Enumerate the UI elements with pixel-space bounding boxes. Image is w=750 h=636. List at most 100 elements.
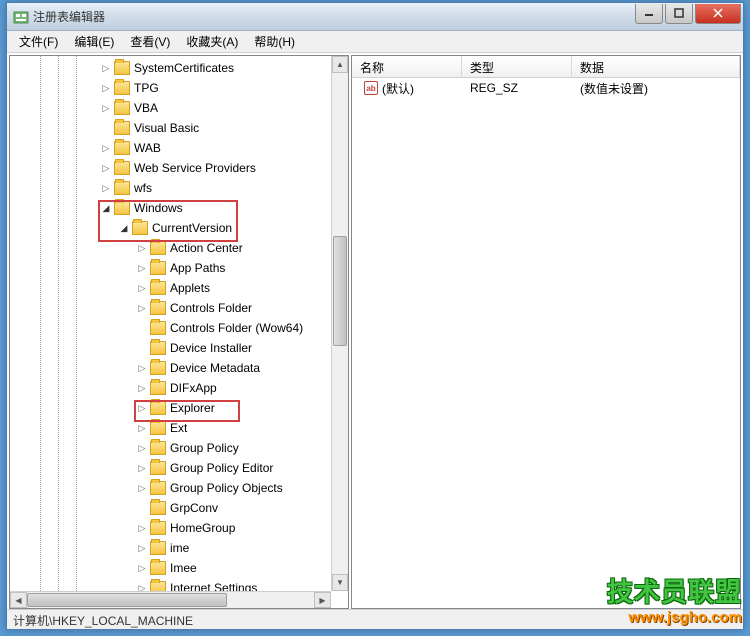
expand-icon[interactable]: ▷ [136, 542, 148, 554]
expand-icon[interactable]: ▷ [100, 82, 112, 94]
expand-icon[interactable] [136, 342, 148, 354]
menu-file[interactable]: 文件(F) [11, 31, 66, 52]
expand-icon[interactable]: ▷ [136, 422, 148, 434]
tree-item-label: HomeGroup [170, 521, 235, 535]
folder-icon [150, 241, 166, 255]
expand-icon[interactable] [136, 502, 148, 514]
tree-item[interactable]: GrpConv [10, 498, 331, 518]
tree-item[interactable]: ▷Ext [10, 418, 331, 438]
tree-item[interactable]: ▷Device Metadata [10, 358, 331, 378]
close-button[interactable] [695, 4, 741, 24]
titlebar[interactable]: 注册表编辑器 [7, 3, 743, 31]
collapse-icon[interactable]: ◢ [118, 222, 130, 234]
expand-icon[interactable]: ▷ [136, 482, 148, 494]
expand-icon[interactable]: ▷ [100, 162, 112, 174]
tree-item-label: Visual Basic [134, 121, 199, 135]
tree-item-label: Explorer [170, 401, 215, 415]
expand-icon[interactable]: ▷ [136, 382, 148, 394]
menu-favorites[interactable]: 收藏夹(A) [178, 31, 246, 52]
folder-icon [150, 521, 166, 535]
list-header: 名称 类型 数据 [352, 56, 740, 78]
folder-icon [114, 121, 130, 135]
scroll-left-arrow[interactable]: ◀ [10, 592, 27, 608]
tree-item[interactable]: Device Installer [10, 338, 331, 358]
expand-icon[interactable]: ▷ [100, 62, 112, 74]
menu-help[interactable]: 帮助(H) [246, 31, 303, 52]
menu-view[interactable]: 查看(V) [122, 31, 178, 52]
tree-item-label: Internet Settings [170, 581, 257, 591]
tree-item[interactable]: ▷ Explorer [10, 398, 331, 418]
expand-icon[interactable]: ▷ [136, 462, 148, 474]
expand-icon[interactable] [136, 322, 148, 334]
folder-icon [114, 101, 130, 115]
tree-item[interactable]: ▷ HomeGroup [10, 518, 331, 538]
expand-icon[interactable]: ▷ [100, 142, 112, 154]
expand-icon[interactable]: ▷ [100, 102, 112, 114]
folder-icon [150, 441, 166, 455]
maximize-button[interactable] [665, 4, 693, 24]
scroll-thumb[interactable] [333, 236, 347, 346]
minimize-button[interactable] [635, 4, 663, 24]
tree-item[interactable]: Controls Folder (Wow64) [10, 318, 331, 338]
tree-item[interactable]: ▷Group Policy [10, 438, 331, 458]
expand-icon[interactable]: ▷ [136, 582, 148, 591]
folder-icon [114, 181, 130, 195]
tree-item[interactable]: ◢CurrentVersion [10, 218, 331, 238]
tree-item[interactable]: Visual Basic [10, 118, 331, 138]
list-row[interactable]: ab (默认) REG_SZ (数值未设置) [352, 78, 740, 98]
tree-item[interactable]: ▷ Action Center [10, 238, 331, 258]
expand-icon[interactable] [100, 122, 112, 134]
col-name[interactable]: 名称 [352, 56, 462, 77]
folder-icon [114, 141, 130, 155]
registry-tree[interactable]: ▷SystemCertificates▷TPG▷VBA Visual Basic ▷… [10, 56, 331, 591]
folder-icon [150, 581, 166, 591]
col-data[interactable]: 数据 [572, 56, 740, 77]
tree-item[interactable]: ▷Applets [10, 278, 331, 298]
collapse-icon[interactable]: ◢ [100, 202, 112, 214]
tree-item[interactable]: ▷WAB [10, 138, 331, 158]
expand-icon[interactable]: ▷ [136, 262, 148, 274]
tree-item[interactable]: ▷wfs [10, 178, 331, 198]
tree-item[interactable]: ▷App Paths [10, 258, 331, 278]
folder-icon [150, 461, 166, 475]
expand-icon[interactable]: ▷ [136, 522, 148, 534]
tree-item[interactable]: ▷Web Service Providers [10, 158, 331, 178]
expand-icon[interactable]: ▷ [136, 362, 148, 374]
folder-icon [132, 221, 148, 235]
value-data: (数值未设置) [572, 78, 656, 99]
tree-item[interactable]: ▷DIFxApp [10, 378, 331, 398]
tree-item[interactable]: ▷ Group Policy Objects [10, 478, 331, 498]
folder-icon [150, 301, 166, 315]
tree-item[interactable]: ▷ Internet Settings [10, 578, 331, 591]
expand-icon[interactable]: ▷ [100, 182, 112, 194]
expand-icon[interactable]: ▷ [136, 442, 148, 454]
scroll-up-arrow[interactable]: ▲ [332, 56, 348, 73]
tree-item[interactable]: ▷Group Policy Editor [10, 458, 331, 478]
tree-item-label: Group Policy Objects [170, 481, 283, 495]
tree-item[interactable]: ▷VBA [10, 98, 331, 118]
scroll-right-arrow[interactable]: ▶ [314, 592, 331, 608]
tree-item-label: Imee [170, 561, 197, 575]
tree-item[interactable]: ▷ Imee [10, 558, 331, 578]
expand-icon[interactable]: ▷ [136, 402, 148, 414]
expand-icon[interactable]: ▷ [136, 282, 148, 294]
menu-edit[interactable]: 编辑(E) [66, 31, 122, 52]
expand-icon[interactable]: ▷ [136, 562, 148, 574]
tree-item[interactable]: ▷ime [10, 538, 331, 558]
expand-icon[interactable]: ▷ [136, 302, 148, 314]
tree-horizontal-scrollbar[interactable]: ◀ ▶ [10, 591, 331, 608]
tree-item[interactable]: ◢Windows [10, 198, 331, 218]
menubar: 文件(F) 编辑(E) 查看(V) 收藏夹(A) 帮助(H) [7, 31, 743, 53]
col-type[interactable]: 类型 [462, 56, 572, 77]
expand-icon[interactable]: ▷ [136, 242, 148, 254]
scroll-down-arrow[interactable]: ▼ [332, 574, 348, 591]
scroll-thumb-h[interactable] [27, 593, 227, 607]
tree-vertical-scrollbar[interactable]: ▲ ▼ [331, 56, 348, 591]
folder-icon [114, 81, 130, 95]
tree-item[interactable]: ▷TPG [10, 78, 331, 98]
values-panel: 名称 类型 数据 ab (默认) REG_SZ (数值未设置) [351, 55, 741, 609]
window-buttons [633, 4, 741, 24]
tree-item[interactable]: ▷Controls Folder [10, 298, 331, 318]
tree-item-label: Action Center [170, 241, 243, 255]
tree-item[interactable]: ▷SystemCertificates [10, 58, 331, 78]
